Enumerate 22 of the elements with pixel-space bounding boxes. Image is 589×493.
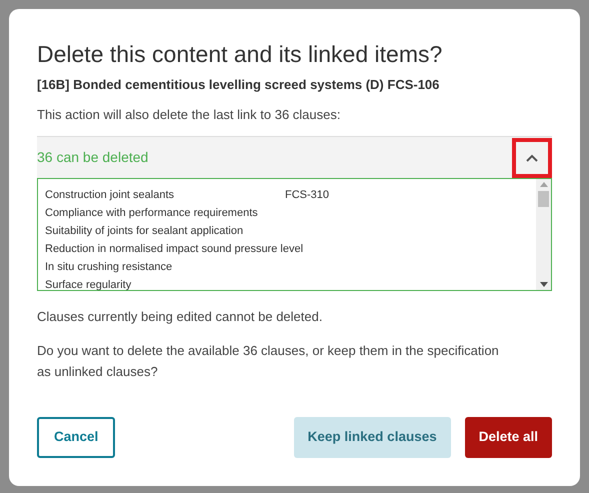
note-text: Clauses currently being edited cannot be deleted.: [37, 308, 324, 326]
clause-name[interactable]: Suitability of joints for sealant application: [45, 222, 285, 240]
highlight-frame[interactable]: [512, 138, 552, 178]
clause-name[interactable]: Surface regularity: [45, 276, 285, 290]
chevron-up-icon: [526, 154, 538, 162]
question-text: Do you want to delete the available 36 clauses, or keep them in the specification as unlinked clauses?: [37, 342, 500, 380]
clause-code: FCS-310: [285, 188, 330, 203]
accordion-label: 36 can be deleted: [37, 148, 148, 167]
scroll-down-icon[interactable]: [540, 282, 548, 287]
dialog-subtitle: [16B] Bonded cementitious levelling screed systems (D) FCS-106: [37, 76, 440, 94]
scroll-up-icon[interactable]: [540, 182, 548, 187]
dialog-button[interactable]: Keep linked clauses: [294, 417, 451, 458]
clause-name[interactable]: Compliance with performance requirements: [45, 204, 285, 222]
scrollbar-thumb[interactable]: [538, 191, 549, 207]
scrollbar[interactable]: [536, 179, 551, 290]
dialog-button[interactable]: Delete all: [464, 417, 552, 458]
clause-name[interactable]: In situ crushing resistance: [45, 258, 285, 276]
intro-text: This action will also delete the last link to 36 clauses:: [37, 106, 342, 124]
clause-name[interactable]: Construction joint sealants: [45, 186, 285, 204]
clause-name[interactable]: Reduction in normalised impact sound pressure level: [45, 240, 308, 258]
dialog-title: Delete this content and its linked items?: [37, 40, 444, 69]
dialog-button[interactable]: Cancel: [37, 417, 116, 458]
